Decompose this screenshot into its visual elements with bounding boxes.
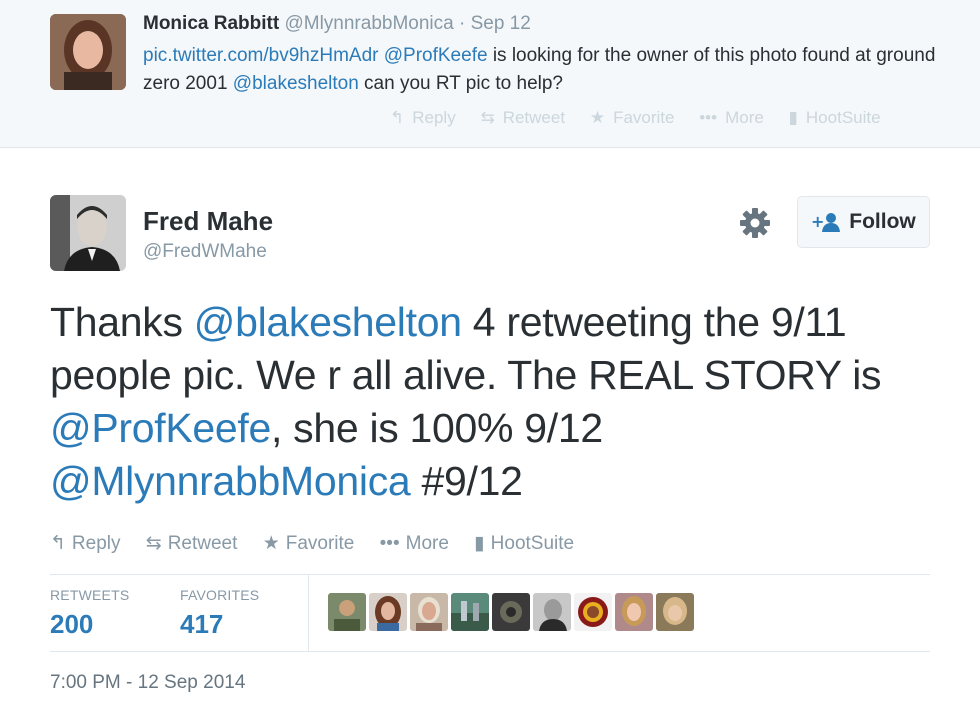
reply-button[interactable]: ↰ Reply [390,108,456,128]
user-photo-icon [369,593,407,631]
tweet-text-segment: , she is 100% 9/12 [270,405,603,451]
reply-icon: ↰ [50,533,66,554]
retweets-stat[interactable]: RETWEETS 200 [50,587,129,640]
gear-icon [740,208,770,238]
tweet-header: Monica Rabbitt @MlynnrabbMonica · Sep 12 [143,13,531,35]
favorites-count: 417 [180,609,224,639]
retweets-label: RETWEETS [50,587,130,603]
user-photo-icon [50,195,126,271]
avatar[interactable] [328,593,366,631]
retweet-button[interactable]: ⇆ Retweet [480,108,565,128]
retweet-label: Retweet [502,108,566,127]
add-user-icon: + [811,212,841,232]
avatar[interactable] [615,593,653,631]
tweet-text-segment: can you RT pic to help? [358,73,563,94]
user-photo-icon [410,593,448,631]
avatar[interactable] [656,593,694,631]
more-icon: ••• [379,533,400,554]
hootsuite-label: HootSuite [805,108,881,127]
favoriter-avatars [328,593,694,631]
more-label: More [725,108,764,127]
hootsuite-button[interactable]: ▮ HootSuite [789,108,881,128]
tweet-text-segment: #9/12 [410,458,523,504]
reply-button[interactable]: ↰ Reply [50,532,121,555]
favorite-button[interactable]: ★ Favorite [263,532,355,555]
retweet-icon: ⇆ [145,533,162,554]
user-photo-icon [451,593,489,631]
avatar[interactable] [50,14,126,90]
avatar[interactable] [533,593,571,631]
user-photo-icon [533,593,571,631]
user-photo-icon [492,593,530,631]
favorite-button[interactable]: ★ Favorite [590,108,675,128]
follow-label: Follow [849,210,916,233]
tweet-link[interactable]: @ProfKeefe [50,405,271,451]
username[interactable]: @MlynnrabbMonica [284,13,453,34]
divider [50,651,930,652]
avatar[interactable] [574,593,612,631]
user-photo-icon [656,593,694,631]
tweet-link[interactable]: @ProfKeefe [384,45,488,66]
reply-label: Reply [412,108,456,127]
hootsuite-button[interactable]: ▮ HootSuite [474,532,574,555]
hootsuite-label: HootSuite [490,533,575,554]
fullname[interactable]: Monica Rabbitt [143,13,279,34]
divider [50,574,930,575]
tweet-text: pic.twitter.com/bv9hzHmAdr @ProfKeefe is… [143,42,943,98]
tweet-actions: ↰ Reply ⇆ Retweet ★ Favorite ••• More ▮ HootS… [390,108,901,128]
tweet-link[interactable]: pic.twitter.com/bv9hzHmAdr [143,45,378,66]
more-button[interactable]: ••• More [380,533,449,555]
reply-label: Reply [71,533,121,554]
user-actions-button[interactable] [738,206,772,240]
favorite-label: Favorite [285,533,355,554]
user-photo-icon [574,593,612,631]
divider [308,575,309,651]
user-photo-icon [615,593,653,631]
star-icon: ★ [589,108,606,127]
retweet-icon: ⇆ [480,108,495,127]
hootsuite-icon: ▮ [788,108,798,127]
tweet-text-segment: Thanks [50,299,194,345]
avatar[interactable] [492,593,530,631]
user-photo-icon [50,14,126,90]
user-photo-icon [328,593,366,631]
tweet-link[interactable]: @blakeshelton [194,299,462,345]
reply-icon: ↰ [390,108,405,127]
hootsuite-icon: ▮ [474,533,485,554]
fullname[interactable]: Fred Mahe [143,206,273,237]
parent-tweet: Monica Rabbitt @MlynnrabbMonica · Sep 12… [0,0,980,148]
tweet-actions: ↰ Reply ⇆ Retweet ★ Favorite ••• More ▮ HootS… [50,532,594,555]
svg-text:+: + [811,212,824,231]
retweet-label: Retweet [167,533,238,554]
tweet-time[interactable]: Sep 12 [471,13,531,34]
follow-button[interactable]: + Follow [797,196,930,248]
avatar[interactable] [369,593,407,631]
favorites-label: FAVORITES [180,587,260,603]
more-label: More [405,533,449,554]
avatar[interactable] [50,195,126,271]
username[interactable]: @FredWMahe [143,241,267,263]
tweet-timestamp[interactable]: 7:00 PM - 12 Sep 2014 [50,672,245,694]
more-button[interactable]: ••• More [699,108,764,128]
retweet-button[interactable]: ⇆ Retweet [146,532,238,555]
favorite-label: Favorite [613,108,675,127]
star-icon: ★ [262,533,280,554]
more-icon: ••• [699,108,718,127]
favorites-stat[interactable]: FAVORITES 417 [180,587,259,640]
tweet-link[interactable]: @blakeshelton [233,73,359,94]
tweet-link[interactable]: @MlynnrabbMonica [50,458,411,504]
tweet-text: Thanks @blakeshelton 4 retweeting the 9/… [50,296,930,508]
retweets-count: 200 [50,609,94,639]
avatar[interactable] [410,593,448,631]
avatar[interactable] [451,593,489,631]
separator: · [458,13,466,34]
